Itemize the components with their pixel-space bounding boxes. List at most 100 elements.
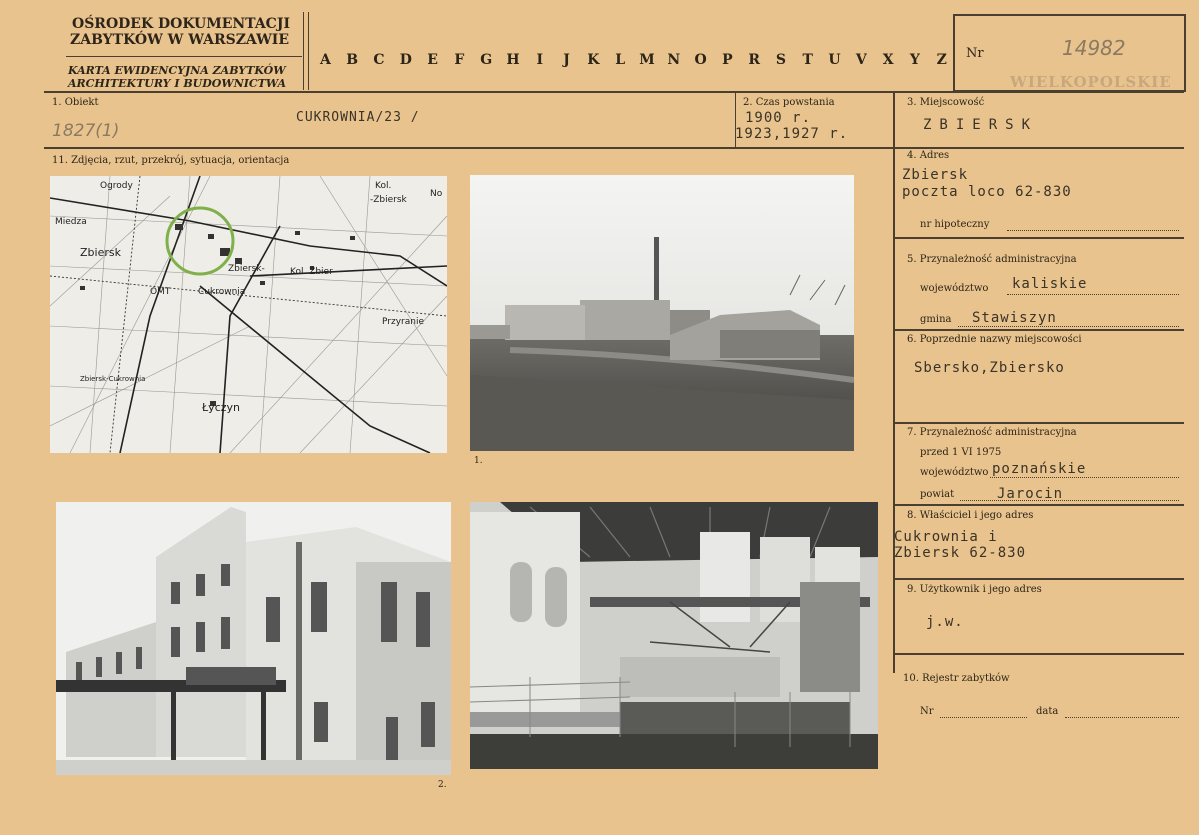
zdjecia-label: 11. Zdjęcia, rzut, przekrój, sytuacja, o… [52,155,290,166]
adres-line2: poczta loco 62-830 [902,184,1072,200]
map-drawing: Ogrody Kol. -Zbiersk Miedza Zbiersk Zbie… [50,176,447,453]
letter-index-item: N [667,52,681,68]
rule-fields [44,147,1184,149]
rejestr-label: 10. Rejestr zabytków [903,673,1010,684]
org-name-line2: ZABYTKÓW W WARSZAWIE [70,32,290,48]
map-label-cukrownia: Cukrownia [198,287,245,297]
rule-r6 [895,653,1184,655]
letter-index-item: G [480,52,493,68]
hipoteczny-label: nr hipoteczny [920,219,990,230]
map-label-kol: Kol. [375,181,391,191]
region-stamp: WIELKOPOLSKIE [1010,73,1172,91]
photo2-caption: 2. [438,780,447,790]
letter-index-item: I [536,52,544,68]
header-sep-left [303,12,304,90]
record-card: OŚRODEK DOKUMENTACJI ZABYTKÓW W WARSZAWI… [0,0,1199,835]
factory-interior-drawing [470,502,878,769]
letter-index-item: O [694,52,707,68]
map-label-no: No [430,189,443,199]
building-photo [56,502,451,775]
obiekt-label: 1. Obiekt [52,97,99,108]
wlasciciel-label: 8. Właściciel i jego adres [907,510,1034,521]
woj-value: kaliskie [1012,276,1088,292]
gmina-line [958,326,1179,327]
factory-interior-photo [470,502,878,769]
letter-index-item: F [454,52,465,68]
rejestr-nr-line [940,717,1027,718]
przyn2-label: 7. Przynależność administracyjna [907,427,1077,438]
factory-exterior-photo [470,175,854,451]
woj-line [1007,294,1179,295]
rejestr-data-label: data [1036,706,1059,717]
letter-index-item: E [427,52,438,68]
gmina-value: Stawiszyn [972,310,1057,326]
poprz-value: Sbersko,Zbiersko [914,360,1065,376]
rejestr-data-line [1065,717,1179,718]
letter-index-item: J [563,52,570,68]
sep-right-column [893,93,895,673]
woj2-label: województwo [920,467,989,478]
header-divider [66,56,302,57]
gmina-label: gmina [920,314,952,325]
rejestr-nr-label: Nr [920,706,934,717]
map-label-zbiersk-cukrownia: Zbiersk-Cukrownia [80,375,145,383]
rule-r4 [895,504,1184,506]
wlasciciel-line2: Zbiersk 62-830 [894,545,1027,561]
miejscowosc-label: 3. Miejscowość [907,97,985,108]
letter-index-item: X [882,52,894,68]
letter-index-item: Z [936,52,947,68]
woj2-line [990,477,1179,478]
letter-index-item: H [506,52,520,68]
hipoteczny-line [1007,230,1179,231]
rule-top [44,91,1184,93]
map-label-omt: OMT [150,287,171,297]
powiat-label: powiat [920,489,955,500]
rule-r2 [895,329,1184,331]
rule-r1 [895,237,1184,239]
map-label-zbiersk2: Zbiersk- [228,264,265,274]
letter-index-item: K [587,52,600,68]
letter-index: ABCDEFGHI J KLMNOPRSTUVXYZ [312,52,955,68]
powiat-line [960,500,1179,501]
building-drawing [56,502,451,775]
letter-index-item: Y [909,52,920,68]
letter-index-item: A [319,52,331,68]
map-label-lyczyn: Łyczyn [201,401,240,414]
letter-index-item: L [615,52,626,68]
org-name-line1: OŚRODEK DOKUMENTACJI [72,16,290,32]
map-label-zbiersk: Zbiersk [80,246,122,259]
czas-value2: 1923,1927 r. [735,126,849,142]
header-sep-left2 [308,12,309,90]
letter-index-item: V [855,52,867,68]
czas-label: 2. Czas powstania [743,97,835,108]
photo1-caption: 1. [474,456,483,466]
woj2-value: poznańskie [992,461,1087,477]
card-type-line1: KARTA EWIDENCYJNA ZABYTKÓW [68,64,286,77]
poprz-label: 6. Poprzednie nazwy miejscowości [907,334,1082,345]
map-label-miedza: Miedza [55,217,87,227]
rule-r3 [895,422,1184,424]
letter-index-item: C [373,52,385,68]
map-label-kol-zbiersk: -Zbiersk [370,195,408,205]
obiekt-handnote: 1827(1) [52,121,120,141]
letter-index-item: M [639,52,655,68]
uzytkownik-label: 9. Użytkownik i jego adres [907,584,1042,595]
przyn-label: 5. Przynależność administracyjna [907,254,1077,265]
adres-line1: Zbiersk [902,167,969,183]
card-type-line2: ARCHITEKTURY I BUDOWNICTWA [68,77,287,90]
adres-label: 4. Adres [907,150,950,161]
map-label-przyranie: Przyranie [382,317,424,327]
map-label-kol-zbier: Kol. Zbier [290,267,333,277]
letter-index-item: S [775,52,786,68]
uzytkownik-value: j.w. [926,614,964,630]
przed-label: przed 1 VI 1975 [920,447,1002,458]
woj-label: województwo [920,283,989,294]
letter-index-item: D [399,52,412,68]
map-photo: Ogrody Kol. -Zbiersk Miedza Zbiersk Zbie… [50,176,447,453]
nr-label: Nr [966,46,984,61]
letter-index-item: P [722,52,733,68]
rule-r5 [895,578,1184,580]
obiekt-value: CUKROWNIA/23 / [296,110,420,125]
miejscowosc-value: ZBIERSK [923,117,1039,133]
letter-index-item: B [346,52,359,68]
